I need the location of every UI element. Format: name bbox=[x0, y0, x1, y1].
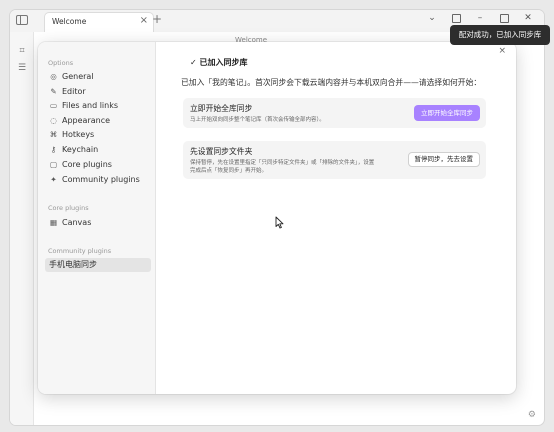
puzzle-icon: ✦ bbox=[50, 175, 57, 184]
start-full-sync-button[interactable]: 立即开始全库同步 bbox=[414, 105, 480, 121]
tab-list-dropdown-icon[interactable]: ⌄ bbox=[426, 13, 438, 23]
maximize-button[interactable] bbox=[498, 13, 510, 23]
sidebar-item-appearance[interactable]: ◌ Appearance bbox=[45, 114, 151, 128]
quick-switcher-icon[interactable]: ⌗ bbox=[17, 46, 27, 56]
key-icon: ⚷ bbox=[50, 145, 57, 154]
plugin-icon: ▢ bbox=[49, 160, 58, 169]
toast-notification: 配对成功，已加入同步库 bbox=[450, 25, 550, 45]
sidebar-item-core-plugins[interactable]: ▢ Core plugins bbox=[45, 158, 151, 172]
sidebar-item-sync-plugin[interactable]: 手机电脑同步 bbox=[45, 258, 151, 272]
tab-welcome[interactable]: Welcome × bbox=[44, 12, 154, 32]
sync-status-title: ✓ 已加入同步库 bbox=[190, 58, 248, 67]
sidebar-item-label: Keychain bbox=[62, 145, 99, 154]
sidebar-item-general[interactable]: ◎ General bbox=[45, 70, 151, 84]
full-sync-card: 立即开始全库同步 马上开始双向同步整个笔记库（首次会传输全部内容）。 立即开始全… bbox=[183, 98, 486, 128]
sidebar-item-label: 手机电脑同步 bbox=[49, 260, 97, 269]
new-tab-button[interactable]: + bbox=[152, 12, 162, 26]
folder-sync-desc-line2: 完成后点「恢复同步」再开始。 bbox=[190, 168, 268, 174]
folder-sync-title: 先设置同步文件夹 bbox=[190, 147, 253, 156]
tab-title: Welcome bbox=[52, 17, 87, 26]
window-controls: ⌄ – ✕ bbox=[426, 13, 534, 23]
folder-icon: ▭ bbox=[49, 101, 58, 110]
sidebar-item-label: Appearance bbox=[62, 116, 111, 125]
pencil-icon: ✎ bbox=[50, 87, 57, 96]
pause-and-configure-button[interactable]: 暂停同步，先去设置 bbox=[407, 152, 480, 167]
sidebar-item-canvas[interactable]: ▦ Canvas bbox=[45, 216, 151, 230]
sidebar-toggle-icon[interactable] bbox=[16, 15, 28, 25]
settings-gear-icon[interactable]: ⚙ bbox=[528, 410, 536, 420]
sidebar-item-files-and-links[interactable]: ▭ Files and links bbox=[45, 99, 151, 113]
split-view-icon[interactable] bbox=[450, 13, 462, 23]
sidebar-item-label: Core plugins bbox=[62, 160, 112, 169]
folder-sync-card: 先设置同步文件夹 保持暂停，先在设置里指定「只同步特定文件夹」或「排除的文件夹」… bbox=[183, 141, 486, 179]
core-plugins-header: Core plugins bbox=[48, 204, 89, 212]
folder-sync-desc-line1: 保持暂停，先在设置里指定「只同步特定文件夹」或「排除的文件夹」，设置 bbox=[190, 160, 375, 166]
settings-content: ✓ 已加入同步库 已加入「我的笔记」。首次同步会下载云端内容并与本机双向合并——… bbox=[156, 42, 516, 394]
close-window-button[interactable]: ✕ bbox=[522, 13, 534, 23]
left-ribbon: ⌗ ☰ bbox=[10, 32, 34, 425]
sidebar-item-community-plugins[interactable]: ✦ Community plugins bbox=[45, 173, 151, 187]
command-icon: ⌘ bbox=[49, 130, 58, 139]
mouse-cursor-icon bbox=[275, 216, 284, 229]
sidebar-item-label: Canvas bbox=[62, 218, 92, 227]
sidebar-item-label: Files and links bbox=[62, 101, 119, 110]
palette-icon: ◌ bbox=[50, 116, 57, 125]
circle-settings-icon: ◎ bbox=[50, 72, 57, 81]
full-sync-desc: 马上开始双向同步整个笔记库（首次会传输全部内容）。 bbox=[190, 117, 325, 123]
sidebar-item-keychain[interactable]: ⚷ Keychain bbox=[45, 143, 151, 157]
settings-sidebar: Options ◎ General ✎ Editor ▭ Files and l… bbox=[38, 42, 156, 394]
community-plugins-header: Community plugins bbox=[48, 247, 112, 255]
tab-close-icon[interactable]: × bbox=[140, 15, 148, 26]
sidebar-item-label: Community plugins bbox=[62, 175, 140, 184]
sync-description: 已加入「我的笔记」。首次同步会下载云端内容并与本机双向合并——请选择如何开始： bbox=[181, 78, 482, 87]
full-sync-title: 立即开始全库同步 bbox=[190, 104, 253, 113]
sidebar-item-editor[interactable]: ✎ Editor bbox=[45, 85, 151, 99]
sidebar-item-label: Hotkeys bbox=[62, 130, 95, 139]
options-header: Options bbox=[48, 59, 74, 67]
sidebar-item-label: Editor bbox=[62, 87, 86, 96]
command-palette-icon[interactable]: ☰ bbox=[17, 63, 27, 73]
canvas-icon: ▦ bbox=[49, 218, 58, 227]
sidebar-item-label: General bbox=[62, 72, 94, 81]
sidebar-item-hotkeys[interactable]: ⌘ Hotkeys bbox=[45, 128, 151, 142]
minimize-button[interactable]: – bbox=[474, 13, 486, 23]
